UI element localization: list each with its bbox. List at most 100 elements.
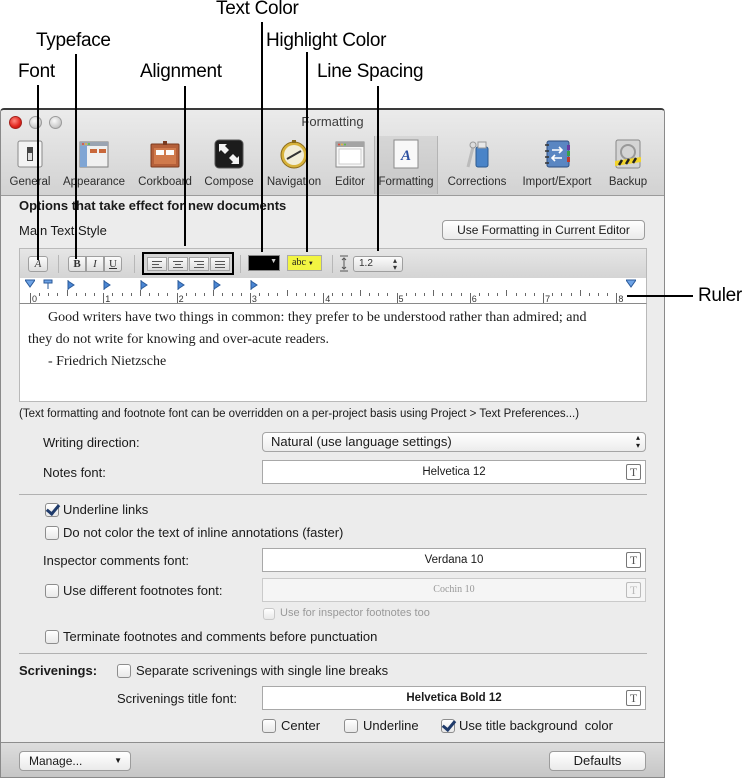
callout-alignment: Alignment (140, 61, 222, 82)
tab-stop-marker[interactable] (103, 280, 112, 290)
preferences-window: Formatting General Appearance Corkboard … (0, 108, 665, 778)
highlight-color-well[interactable]: abc ▼ (287, 255, 322, 271)
toolbar-corkboard[interactable]: Corkboard (134, 136, 196, 194)
toolbar-appearance[interactable]: Appearance (58, 136, 130, 194)
manage-button[interactable]: Manage... ▼ (19, 751, 131, 771)
callout-line-alignment (184, 86, 186, 246)
underline-links-checkbox[interactable] (45, 503, 59, 517)
title-background-label: Use title background color (459, 718, 613, 733)
ruler-minor-tick (405, 293, 407, 296)
align-left-button[interactable] (147, 257, 167, 271)
ruler-number: 2 (178, 294, 184, 304)
first-line-indent-marker[interactable] (43, 279, 53, 289)
chevron-down-icon: ▼ (270, 258, 277, 265)
toolbar-import-export[interactable]: Import/Export (516, 136, 598, 194)
separator (332, 255, 333, 273)
backup-drive-icon (615, 139, 641, 169)
inspector-comments-font-value: Verdana 10 (424, 554, 484, 566)
separate-scrivenings-checkbox[interactable] (117, 664, 131, 678)
ruler-number: 5 (398, 294, 404, 304)
left-indent-marker[interactable] (25, 279, 35, 289)
toolbar-corrections[interactable]: Corrections (442, 136, 512, 194)
toolbar-label: Appearance (62, 176, 126, 188)
callout-ruler: Ruler (698, 285, 742, 306)
sample-text-line: they do not write for knowing and over-a… (28, 332, 329, 347)
tab-stop-marker[interactable] (177, 280, 185, 290)
callout-typeface: Typeface (36, 30, 111, 51)
title-background-checkbox[interactable] (441, 719, 455, 733)
scrivenings-title-font-field[interactable]: Helvetica Bold 12 T (262, 686, 646, 710)
toolbar-compose[interactable]: Compose (200, 136, 258, 194)
corkboard-icon (150, 141, 180, 168)
main-text-style-label: Main Text Style (19, 223, 107, 238)
underline-button[interactable]: U (104, 256, 122, 272)
scrivenings-title-font-value: Helvetica Bold 12 (406, 692, 502, 704)
no-color-annotations-checkbox[interactable] (45, 526, 59, 540)
toolbar-navigation[interactable]: Navigation (262, 136, 326, 194)
tab-stop-marker[interactable] (213, 280, 222, 290)
toolbar-editor[interactable]: Editor (329, 136, 371, 194)
bold-button[interactable]: B (68, 256, 86, 272)
italic-button[interactable]: I (86, 256, 104, 272)
toolbar-label: General (9, 176, 51, 188)
ruler[interactable]: 0 1 2 3 4 5 6 7 8 (19, 278, 647, 304)
callout-line-font (37, 85, 39, 260)
inspector-footnotes-checkbox (263, 608, 275, 620)
use-formatting-in-current-editor-button[interactable]: Use Formatting in Current Editor (442, 220, 645, 240)
line-spacing-icon (340, 255, 348, 272)
divider (19, 653, 647, 654)
align-right-button[interactable] (189, 257, 209, 271)
callout-highlight-color: Highlight Color (266, 30, 387, 51)
ruler-minor-tick (48, 293, 50, 296)
ruler-number: 0 (32, 294, 38, 304)
ruler-major-tick (30, 293, 31, 303)
notes-font-label: Notes font: (43, 465, 106, 480)
line-spacing-stepper[interactable]: 1.2 ▴ ▾ (353, 256, 403, 272)
ruler-major-tick (103, 293, 105, 303)
ruler-minor-tick (277, 293, 279, 296)
different-footnotes-checkbox[interactable] (45, 584, 59, 598)
font-panel-icon[interactable]: T (626, 690, 641, 706)
right-indent-marker[interactable] (626, 279, 637, 289)
ruler-minor-tick (259, 293, 261, 296)
underline-checkbox[interactable] (344, 719, 358, 733)
center-checkbox[interactable] (262, 719, 276, 733)
font-panel-icon[interactable]: T (626, 552, 641, 568)
tab-stop-marker[interactable] (140, 280, 148, 290)
scrivenings-title-font-label: Scrivenings title font: (117, 691, 237, 706)
ruler-minor-tick (423, 293, 425, 296)
sample-text-line: - Friedrich Nietzsche (48, 354, 167, 369)
ruler-minor-tick (121, 293, 123, 296)
inspector-footnotes-label: Use for inspector footnotes too (280, 607, 430, 619)
ruler-number: 1 (105, 294, 111, 304)
window-title: Formatting (301, 114, 364, 129)
terminate-footnotes-checkbox[interactable] (45, 630, 59, 644)
toolbar-label: Navigation (266, 176, 322, 188)
toolbar-general[interactable]: General (7, 136, 53, 194)
ruler-minor-tick (75, 293, 77, 296)
font-panel-icon[interactable]: T (626, 464, 641, 480)
ruler-number: 3 (251, 294, 257, 304)
callout-line-text-color (261, 22, 263, 252)
align-justify-button[interactable] (210, 257, 230, 271)
defaults-button[interactable]: Defaults (549, 751, 646, 771)
tab-stop-marker[interactable] (250, 280, 258, 290)
title-bar: Formatting General Appearance Corkboard … (1, 110, 664, 196)
sample-text-editor[interactable]: Good writers have two things in common: … (19, 304, 647, 402)
text-color-well[interactable]: ▼ (248, 255, 280, 271)
ruler-major-tick (396, 293, 398, 303)
manage-label: Manage... (29, 754, 83, 768)
toolbar-backup[interactable]: Backup (603, 136, 653, 194)
ruler-minor-tick (588, 293, 590, 296)
writing-direction-popup[interactable]: Natural (use language settings) ▴ ▾ (262, 432, 646, 452)
ruler-minor-tick (304, 293, 306, 296)
align-center-button[interactable] (168, 257, 188, 271)
notes-font-field[interactable]: Helvetica 12 T (262, 460, 646, 484)
toolbar-formatting[interactable]: A Formatting (374, 136, 438, 194)
ruler-minor-tick (524, 293, 526, 296)
tab-stop-marker[interactable] (67, 280, 75, 290)
separate-scrivenings-label: Separate scrivenings with single line br… (136, 663, 389, 678)
callout-line-highlight-color (306, 52, 308, 252)
notes-font-value: Helvetica 12 (422, 466, 486, 478)
inspector-comments-font-field[interactable]: Verdana 10 T (262, 548, 646, 572)
